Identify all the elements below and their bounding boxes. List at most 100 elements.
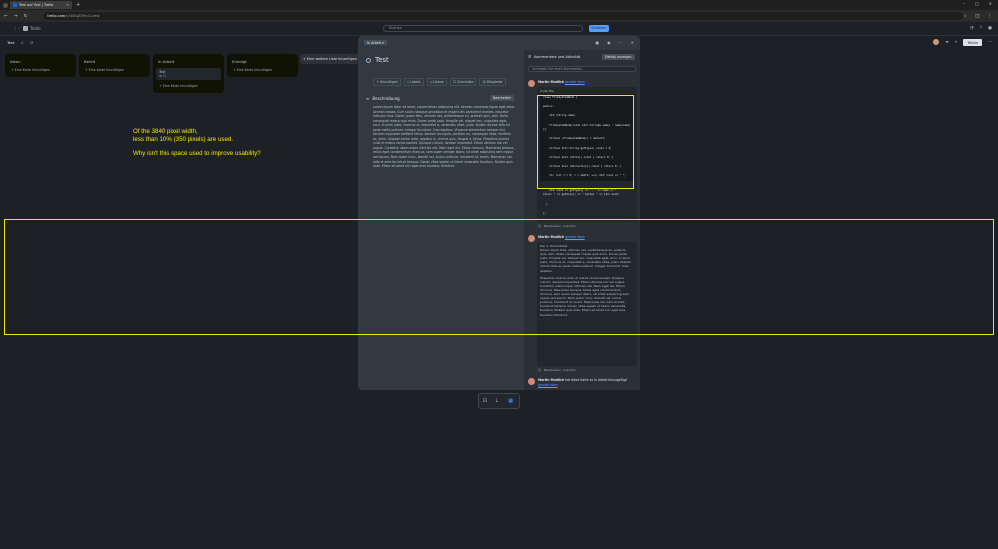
trello-wordmark: Trello	[30, 26, 41, 31]
board-header-right: ≡ ⚡ Teilen ⋯	[933, 38, 992, 46]
new-tab-button[interactable]: +	[76, 2, 80, 8]
annotation-line-3: Why isn't this space used to improve usa…	[133, 149, 261, 157]
comment-label: Code File	[540, 89, 554, 93]
trello-favicon-icon	[13, 3, 17, 7]
card-actions: + Hinzufügen ◇ Labels ◷ Datum ☑ Checklis…	[373, 78, 506, 86]
minimize-button[interactable]: –	[963, 1, 965, 6]
inbox-icon[interactable]: ⊡	[483, 398, 487, 404]
annotation-line-1: Of the 3840 pixel width,	[133, 128, 198, 135]
labels-button[interactable]: ◇ Labels	[403, 78, 424, 86]
list-erledigt: Erledigt + Eine Karte hinzufügen	[227, 54, 298, 77]
activity-title: Kommentare und Aktivität	[534, 55, 581, 59]
description-text[interactable]: Lorem ipsum dolor sit amet, consectetuer…	[373, 105, 515, 169]
planner-icon[interactable]: ⇣	[495, 398, 499, 404]
card-title-row: Test	[366, 56, 389, 64]
avatar[interactable]	[528, 80, 535, 87]
search-input[interactable]: Suchen	[383, 25, 583, 32]
modal-header: In Arbeit ▾ ▣ ◉ ⋯ ✕	[358, 36, 640, 50]
list-in-arbeit: In Arbeit Test ≡ ☐ + Eine Karte hinzufüg…	[153, 54, 224, 93]
list-title[interactable]: Erledigt	[230, 57, 295, 66]
url-host: trello.com	[47, 14, 66, 18]
activity-time[interactable]: gerade eben	[538, 383, 558, 387]
window-controls: – □ ✕	[963, 1, 992, 6]
activity-time-row: gerade eben	[538, 383, 558, 387]
card-test[interactable]: Test ≡ ☐	[156, 68, 221, 80]
card-detail-modal: In Arbeit ▾ ▣ ◉ ⋯ ✕ Test + Hinzufügen ◇ …	[358, 36, 640, 390]
user-avatar-icon[interactable]: ●	[988, 26, 992, 31]
avatar[interactable]	[528, 378, 535, 385]
browser-tab-title: Test auf Test | Trello	[19, 3, 54, 7]
date-button[interactable]: ◷ Datum	[426, 78, 448, 86]
trello-logo[interactable]: ⋮⋮ Trello	[13, 26, 41, 31]
wide-highlight-box	[4, 219, 994, 335]
comment-actions[interactable]: ☺ · Bearbeiten · Löschen	[538, 368, 576, 372]
board-menu-icon[interactable]: ⋯	[988, 39, 992, 46]
create-button[interactable]: Erstellen	[589, 25, 609, 32]
comment-author-line: Martin Modlich gerade eben	[538, 80, 585, 84]
list-title[interactable]: In Arbeit	[156, 57, 221, 66]
activity-text: hat diese Karte zu In Arbeit hinzugefügt	[565, 378, 627, 382]
annotation-note: Of the 3840 pixel width, less than 10% (…	[133, 128, 261, 158]
code-highlight-box	[537, 95, 634, 189]
list-title[interactable]: Bereit	[82, 57, 147, 66]
modal-card-title[interactable]: Test	[375, 56, 389, 64]
image-icon[interactable]: ▣	[595, 40, 599, 45]
activity-entry: Martin Modlich hat diese Karte zu In Arb…	[538, 378, 627, 382]
bookmark-star-icon[interactable]: ☆	[963, 14, 967, 19]
browser-menu-icon[interactable]	[3, 3, 8, 8]
filter-icon[interactable]: ≡	[945, 39, 948, 46]
board-name[interactable]: Test	[7, 40, 14, 45]
browser-tab-bar: Test auf Test | Trello ✕ + – □ ✕	[0, 0, 998, 10]
back-button[interactable]: ←	[4, 14, 8, 19]
list-ideen: Ideen + Eine Karte hinzufügen	[5, 54, 76, 77]
maximize-button[interactable]: □	[975, 1, 979, 6]
more-icon[interactable]: ⋯	[619, 40, 623, 45]
add-card-button[interactable]: + Eine Karte hinzufügen	[230, 66, 295, 74]
star-board-icon[interactable]: ☆	[20, 40, 23, 45]
checklist-button[interactable]: ☑ Checkliste	[450, 78, 477, 86]
add-card-button[interactable]: + Eine Karte hinzufügen	[82, 66, 147, 74]
comments-icon: ☰	[528, 55, 532, 59]
members-button[interactable]: ☺ Mitglieder	[479, 78, 506, 86]
activity-heading: ☰ Kommentare und Aktivität	[528, 55, 580, 59]
close-window-button[interactable]: ✕	[989, 1, 992, 6]
url-path: /c/4StqZ5Hn/1-test	[65, 14, 100, 18]
show-details-button[interactable]: Details anzeigen	[602, 54, 635, 60]
notifications-icon[interactable]: ◔	[970, 26, 974, 31]
member-avatar[interactable]	[933, 38, 940, 45]
help-icon[interactable]: ?	[980, 26, 982, 31]
edit-description-button[interactable]: Bearbeiten	[490, 95, 515, 101]
board-view-icon[interactable]: ▦	[506, 398, 516, 404]
watch-icon[interactable]: ◉	[607, 40, 611, 45]
modal-header-icons: ▣ ◉ ⋯ ✕	[595, 40, 634, 45]
complete-circle-icon[interactable]	[366, 57, 371, 63]
browser-tab[interactable]: Test auf Test | Trello ✕	[10, 1, 72, 9]
code-block-tail: std::cout << getType() << ": " << name <…	[543, 188, 620, 215]
automation-icon[interactable]: ⚡	[955, 39, 958, 46]
list-bereit: Bereit + Eine Karte hinzufügen	[79, 54, 150, 77]
address-bar[interactable]: trello.com/c/4StqZ5Hn/1-test	[43, 12, 964, 20]
close-icon[interactable]: ✕	[631, 40, 634, 45]
comment-input[interactable]: Schreiben Sie einen Kommentar…	[528, 66, 636, 72]
forward-button[interactable]: →	[14, 14, 18, 19]
description-icon: ≡	[366, 96, 370, 101]
add-list-button[interactable]: + Eine weitere Liste hinzufügen	[300, 54, 360, 64]
add-card-button[interactable]: + Eine Karte hinzufügen	[156, 82, 221, 90]
comment-author[interactable]: Martin Modlich	[538, 80, 564, 84]
extensions-icon[interactable]: ◫	[975, 14, 979, 19]
share-button[interactable]: Teilen	[963, 38, 983, 46]
activity-author[interactable]: Martin Modlich	[538, 378, 564, 382]
close-tab-icon[interactable]: ✕	[66, 3, 69, 7]
browser-more-icon[interactable]: ⋮	[988, 14, 993, 19]
comment-time[interactable]: gerade eben	[565, 80, 585, 84]
apps-grid-icon[interactable]: ⋮⋮	[13, 26, 21, 31]
reload-button[interactable]: ↻	[24, 14, 28, 19]
list-select-chip[interactable]: In Arbeit ▾	[364, 40, 387, 45]
list-title[interactable]: Ideen	[8, 57, 73, 66]
board-visibility-icon[interactable]: ⚇	[30, 40, 33, 45]
trello-header: ⋮⋮ Trello Suchen Erstellen ◔ ? ●	[0, 22, 998, 36]
description-heading: ≡ Beschreibung	[366, 96, 400, 101]
add-card-button[interactable]: + Eine Karte hinzufügen	[8, 66, 73, 74]
add-button[interactable]: + Hinzufügen	[373, 78, 401, 86]
browser-actions: ☆ ◫ ⋮	[963, 14, 992, 19]
